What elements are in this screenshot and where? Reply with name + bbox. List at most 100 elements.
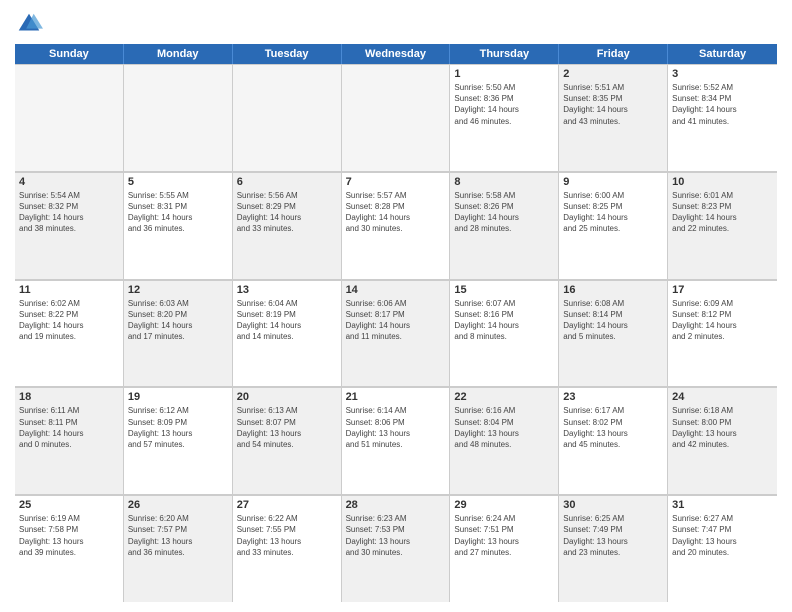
day-number: 1 [454,68,554,80]
day-number: 15 [454,284,554,296]
calendar-header: SundayMondayTuesdayWednesdayThursdayFrid… [15,44,777,64]
day-number: 13 [237,284,337,296]
day-number: 31 [672,499,773,511]
day-cell-27: 27 Sunrise: 6:22 AM Sunset: 7:55 PM Dayli… [233,495,342,602]
day-number: 20 [237,391,337,403]
day-cell-14: 14 Sunrise: 6:06 AM Sunset: 8:17 PM Dayli… [342,280,451,387]
day-info: Sunrise: 5:50 AM Sunset: 8:36 PM Dayligh… [454,82,554,127]
day-cell-12: 12 Sunrise: 6:03 AM Sunset: 8:20 PM Dayli… [124,280,233,387]
day-info: Sunrise: 6:07 AM Sunset: 8:16 PM Dayligh… [454,298,554,343]
day-info: Sunrise: 6:24 AM Sunset: 7:51 PM Dayligh… [454,513,554,558]
day-cell-23: 23 Sunrise: 6:17 AM Sunset: 8:02 PM Dayli… [559,387,668,494]
day-info: Sunrise: 6:14 AM Sunset: 8:06 PM Dayligh… [346,405,446,450]
day-info: Sunrise: 5:54 AM Sunset: 8:32 PM Dayligh… [19,190,119,235]
day-info: Sunrise: 6:25 AM Sunset: 7:49 PM Dayligh… [563,513,663,558]
day-info: Sunrise: 5:52 AM Sunset: 8:34 PM Dayligh… [672,82,773,127]
day-cell-30: 30Sunrise: 6:25 AM Sunset: 7:49 PM Dayli… [559,495,668,602]
day-number: 2 [563,68,663,80]
day-cell-31: 31 Sunrise: 6:27 AM Sunset: 7:47 PM Dayli… [668,495,777,602]
empty-cell [15,64,124,171]
day-info: Sunrise: 5:55 AM Sunset: 8:31 PM Dayligh… [128,190,228,235]
day-number: 5 [128,176,228,188]
day-cell-17: 17 Sunrise: 6:09 AM Sunset: 8:12 PM Dayli… [668,280,777,387]
day-info: Sunrise: 5:51 AM Sunset: 8:35 PM Dayligh… [563,82,663,127]
day-cell-16: 16Sunrise: 6:08 AM Sunset: 8:14 PM Dayli… [559,280,668,387]
day-number: 21 [346,391,446,403]
day-number: 27 [237,499,337,511]
day-info: Sunrise: 6:23 AM Sunset: 7:53 PM Dayligh… [346,513,446,558]
day-cell-13: 13 Sunrise: 6:04 AM Sunset: 8:19 PM Dayli… [233,280,342,387]
day-cell-2: 2 Sunrise: 5:51 AM Sunset: 8:35 PM Daylig… [559,64,668,171]
day-cell-1: 1 Sunrise: 5:50 AM Sunset: 8:36 PM Daylig… [450,64,559,171]
day-cell-5: 5 Sunrise: 5:55 AM Sunset: 8:31 PM Daylig… [124,172,233,279]
day-info: Sunrise: 6:06 AM Sunset: 8:17 PM Dayligh… [346,298,446,343]
day-cell-3: 3 Sunrise: 5:52 AM Sunset: 8:34 PM Daylig… [668,64,777,171]
day-info: Sunrise: 6:03 AM Sunset: 8:20 PM Dayligh… [128,298,228,343]
calendar-body: 1 Sunrise: 5:50 AM Sunset: 8:36 PM Daylig… [15,64,777,602]
day-number: 17 [672,284,773,296]
day-number: 22 [454,391,554,403]
day-info: Sunrise: 6:20 AM Sunset: 7:57 PM Dayligh… [128,513,228,558]
day-info: Sunrise: 6:04 AM Sunset: 8:19 PM Dayligh… [237,298,337,343]
empty-cell [342,64,451,171]
header-day-friday: Friday [559,44,668,64]
day-number: 26 [128,499,228,511]
day-info: Sunrise: 6:27 AM Sunset: 7:47 PM Dayligh… [672,513,773,558]
day-cell-9: 9 Sunrise: 6:00 AM Sunset: 8:25 PM Daylig… [559,172,668,279]
day-cell-28: 28 Sunrise: 6:23 AM Sunset: 7:53 PM Dayli… [342,495,451,602]
day-info: Sunrise: 6:12 AM Sunset: 8:09 PM Dayligh… [128,405,228,450]
day-number: 4 [19,176,119,188]
day-cell-18: 18 Sunrise: 6:11 AM Sunset: 8:11 PM Dayli… [15,387,124,494]
empty-cell [233,64,342,171]
day-cell-20: 20Sunrise: 6:13 AM Sunset: 8:07 PM Dayli… [233,387,342,494]
day-number: 24 [672,391,773,403]
logo-icon [15,10,43,38]
day-number: 6 [237,176,337,188]
day-cell-26: 26 Sunrise: 6:20 AM Sunset: 7:57 PM Dayli… [124,495,233,602]
empty-cell [124,64,233,171]
day-info: Sunrise: 6:02 AM Sunset: 8:22 PM Dayligh… [19,298,119,343]
day-cell-7: 7 Sunrise: 5:57 AM Sunset: 8:28 PM Daylig… [342,172,451,279]
calendar-page: SundayMondayTuesdayWednesdayThursdayFrid… [0,0,792,612]
day-info: Sunrise: 6:11 AM Sunset: 8:11 PM Dayligh… [19,405,119,450]
day-number: 7 [346,176,446,188]
day-number: 23 [563,391,663,403]
day-info: Sunrise: 6:16 AM Sunset: 8:04 PM Dayligh… [454,405,554,450]
day-cell-11: 11 Sunrise: 6:02 AM Sunset: 8:22 PM Dayli… [15,280,124,387]
day-number: 3 [672,68,773,80]
header-day-monday: Monday [124,44,233,64]
day-cell-21: 21 Sunrise: 6:14 AM Sunset: 8:06 PM Dayli… [342,387,451,494]
day-number: 14 [346,284,446,296]
day-cell-24: 24Sunrise: 6:18 AM Sunset: 8:00 PM Dayli… [668,387,777,494]
day-cell-29: 29 Sunrise: 6:24 AM Sunset: 7:51 PM Dayli… [450,495,559,602]
day-info: Sunrise: 6:19 AM Sunset: 7:58 PM Dayligh… [19,513,119,558]
header-day-wednesday: Wednesday [342,44,451,64]
day-cell-19: 19 Sunrise: 6:12 AM Sunset: 8:09 PM Dayli… [124,387,233,494]
day-number: 8 [454,176,554,188]
day-cell-15: 15 Sunrise: 6:07 AM Sunset: 8:16 PM Dayli… [450,280,559,387]
header-day-saturday: Saturday [668,44,777,64]
day-number: 18 [19,391,119,403]
calendar-row-0: 1 Sunrise: 5:50 AM Sunset: 8:36 PM Daylig… [15,64,777,172]
day-cell-6: 6Sunrise: 5:56 AM Sunset: 8:29 PM Daylig… [233,172,342,279]
day-info: Sunrise: 6:09 AM Sunset: 8:12 PM Dayligh… [672,298,773,343]
day-number: 19 [128,391,228,403]
day-number: 12 [128,284,228,296]
day-number: 11 [19,284,119,296]
header-day-thursday: Thursday [450,44,559,64]
day-info: Sunrise: 5:57 AM Sunset: 8:28 PM Dayligh… [346,190,446,235]
day-number: 29 [454,499,554,511]
day-number: 9 [563,176,663,188]
day-info: Sunrise: 6:22 AM Sunset: 7:55 PM Dayligh… [237,513,337,558]
day-number: 16 [563,284,663,296]
day-info: Sunrise: 6:17 AM Sunset: 8:02 PM Dayligh… [563,405,663,450]
calendar-row-4: 25Sunrise: 6:19 AM Sunset: 7:58 PM Dayli… [15,495,777,602]
day-info: Sunrise: 6:00 AM Sunset: 8:25 PM Dayligh… [563,190,663,235]
day-number: 28 [346,499,446,511]
day-info: Sunrise: 6:01 AM Sunset: 8:23 PM Dayligh… [672,190,773,235]
calendar-row-2: 11 Sunrise: 6:02 AM Sunset: 8:22 PM Dayli… [15,280,777,388]
calendar: SundayMondayTuesdayWednesdayThursdayFrid… [15,44,777,602]
day-info: Sunrise: 5:58 AM Sunset: 8:26 PM Dayligh… [454,190,554,235]
day-cell-4: 4 Sunrise: 5:54 AM Sunset: 8:32 PM Daylig… [15,172,124,279]
page-header [15,10,777,38]
